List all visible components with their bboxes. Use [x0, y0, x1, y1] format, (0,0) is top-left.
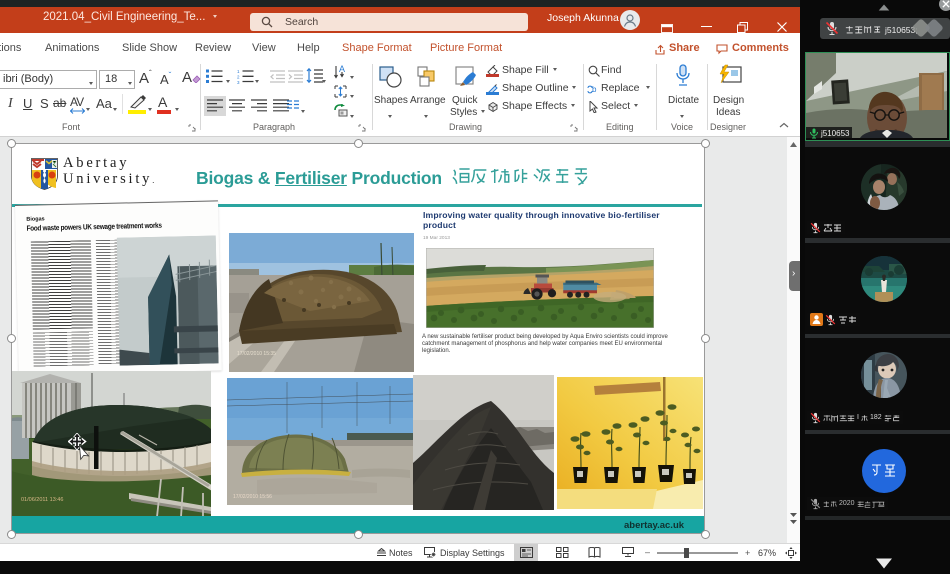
svg-text:b: b: [592, 85, 597, 94]
svg-text:01/06/2011 13:46: 01/06/2011 13:46: [21, 497, 63, 503]
svg-text:17/02/2010 15:56: 17/02/2010 15:56: [233, 494, 272, 500]
svg-text:A: A: [339, 65, 345, 74]
svg-text:3: 3: [237, 80, 240, 84]
svg-text:2: 2: [237, 75, 240, 80]
svg-text:17/02/2010 15:35: 17/02/2010 15:35: [237, 351, 276, 357]
svg-text:1: 1: [237, 69, 240, 74]
